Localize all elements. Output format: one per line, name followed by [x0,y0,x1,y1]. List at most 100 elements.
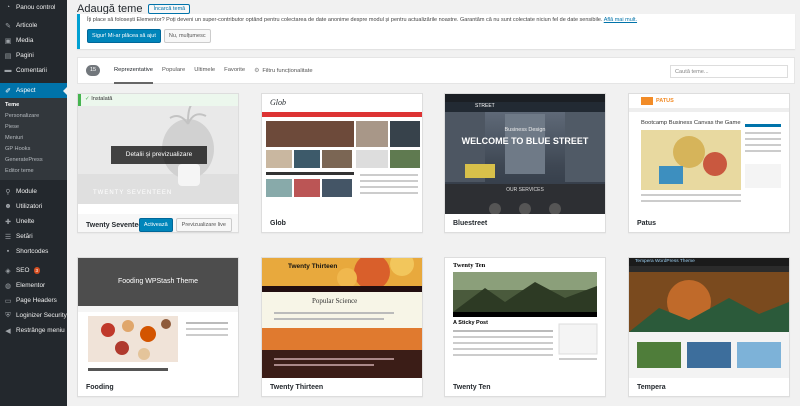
activate-button[interactable]: Activează [138,218,173,232]
shortcode-icon: ▪ [6,248,10,255]
seo-badge: 3 [33,267,41,274]
post-heading: Popular Science [312,297,358,305]
decline-tracking-button[interactable]: Nu, mulțumesc [163,29,211,43]
theme-screenshot: Fooding WPStash Theme [78,258,238,378]
details-preview-button[interactable]: Detalii și previzualizare [111,146,207,164]
menu-item-media[interactable]: ▣ Media [0,33,67,48]
tab-popular[interactable]: Populare [162,57,185,84]
hero-subtitle: Business Design [504,127,546,133]
menu-label: Module [16,188,37,195]
menu-item-tools[interactable]: ✚ Unelte [0,214,67,229]
seo-icon: ◈ [5,267,11,275]
dashboard-icon: ◔ [5,4,11,11]
screenshot-art [445,94,605,214]
theme-logo-text: TWENTY SEVENTEEN [93,190,173,196]
menu-item-posts[interactable]: ✎ Articole [0,18,67,33]
page-icon: ▤ [4,52,12,60]
submenu-gp-hooks[interactable]: GP Hooks [0,144,67,155]
learn-more-link[interactable]: Află mai mult. [604,17,637,23]
menu-item-elementor[interactable]: ◍ Elementor [0,278,67,293]
tab-featured[interactable]: Reprezentative [114,57,153,84]
tab-favorites[interactable]: Favorite [224,57,245,84]
menu-item-plugins[interactable]: ⚲ Module [0,184,67,199]
menu-item-dashboard[interactable]: ◔ Panou control [0,0,67,15]
theme-card-twenty-ten[interactable]: Twenty Ten A Sticky Post Twenty Ten [444,257,606,397]
menu-item-seo[interactable]: ◈ SEO 3 [0,263,67,278]
media-icon: ▣ [4,37,12,45]
theme-screenshot: PATUS Bootcamp Business Canvas the Game [629,94,789,214]
theme-count: 15 [86,65,100,76]
site-title: Twenty Ten [453,262,486,269]
settings-icon: ☰ [4,233,12,241]
menu-item-page-headers[interactable]: ▭ Page Headers [0,293,67,308]
theme-actions: Activează Previzualizare live [138,218,232,232]
collapse-icon: ◀ [5,327,11,335]
menu-label: Articole [16,22,38,29]
menu-item-settings[interactable]: ☰ Setări [0,229,67,244]
accept-tracking-button[interactable]: Sigur! Mi-ar plăcea să ajut [87,29,161,43]
screenshot-art [629,94,789,214]
feature-filter-label: Filtru funcționalitate [262,67,313,74]
menu-label: Media [16,37,34,44]
tab-latest[interactable]: Ultimele [194,57,215,84]
submenu-menus[interactable]: Meniuri [0,133,67,144]
theme-name: Tempera [637,384,666,391]
elementor-icon: ◍ [4,282,12,290]
notice-text: Îți place să folosești Elementor? Poți d… [87,17,788,23]
menu-label: Restrânge meniu [16,327,65,334]
theme-card-fooding[interactable]: Fooding WPStash Theme Fooding [77,257,239,397]
submenu-themes[interactable]: Teme [0,100,67,111]
menu-item-comments[interactable]: ▬ Comentarii [0,63,67,78]
menu-label: Pagini [16,52,34,59]
menu-item-appearance[interactable]: ✐ Aspect [0,83,67,98]
theme-name: Patus [637,220,657,227]
theme-card-glob[interactable]: Glob Glob [261,93,423,233]
menu-label: Setări [16,233,33,240]
post-heading: Bootcamp Business Canvas the Game [641,120,741,126]
menu-item-shortcodes[interactable]: ▪ Shortcodes [0,244,67,259]
theme-screenshot: Glob [262,94,422,214]
site-title: Twenty Thirteen [288,263,338,270]
theme-name: Twenty Seventeen [86,222,147,229]
site-title: Tempera WordPress Theme [635,259,695,264]
submenu-theme-editor[interactable]: Editor teme [0,166,67,177]
collapse-menu[interactable]: ◀ Restrânge meniu [0,323,67,338]
theme-card-twenty-thirteen[interactable]: Twenty Thirteen Popular Science Twenty T… [261,257,423,397]
bluestreet-logo: STREET [475,103,495,109]
hero-title: Fooding WPStash Theme [117,278,199,285]
theme-search-input[interactable] [670,65,788,78]
theme-name: Fooding [86,384,114,391]
theme-screenshot: Tempera WordPress Theme [629,258,789,378]
comment-icon: ▬ [4,67,12,74]
screenshot-art [629,258,789,378]
live-preview-button[interactable]: Previzualizare live [175,218,232,232]
gear-icon: ⚙ [254,67,260,74]
glob-logo: Glob [270,98,286,107]
feature-filter-button[interactable]: ⚙ Filtru funcționalitate [254,68,312,74]
submenu-generatepress[interactable]: GeneratePress [0,155,67,166]
menu-label: Page Headers [16,297,57,304]
menu-label: Unelte [16,218,35,225]
brush-icon: ✐ [5,87,11,95]
menu-item-users[interactable]: ☻ Utilizatori [0,199,67,214]
theme-card-bluestreet[interactable]: STREET Business Design WELCOME TO BLUE S… [444,93,606,233]
menu-label: Comentarii [16,67,47,74]
theme-card-tempera[interactable]: Tempera WordPress Theme Tempera [628,257,790,397]
installed-label: Instalată [91,96,113,102]
appearance-submenu: Teme Personalizare Piese Meniuri GP Hook… [0,98,67,180]
submenu-widgets[interactable]: Piese [0,122,67,133]
theme-card-patus[interactable]: PATUS Bootcamp Business Canvas the Game … [628,93,790,233]
upload-theme-button[interactable]: Încarcă temă [148,4,191,14]
menu-item-pages[interactable]: ▤ Pagini [0,48,67,63]
theme-card-twenty-seventeen[interactable]: ✓ Instalată TWENTY SEVENTEEN Detalii și … [77,93,239,233]
services-heading: OUR SERVICES [506,187,544,193]
menu-item-loginizer[interactable]: ⛨ Loginizer Security [0,308,67,323]
menu-label: Panou control [16,4,56,11]
hero-title: WELCOME TO BLUE STREET [461,136,589,146]
page-headers-icon: ▭ [4,297,12,305]
submenu-customize[interactable]: Personalizare [0,111,67,122]
post-heading: A Sticky Post [453,320,488,326]
screenshot-art [262,258,422,378]
menu-label: Elementor [16,282,46,289]
pin-icon: ✎ [5,22,11,30]
